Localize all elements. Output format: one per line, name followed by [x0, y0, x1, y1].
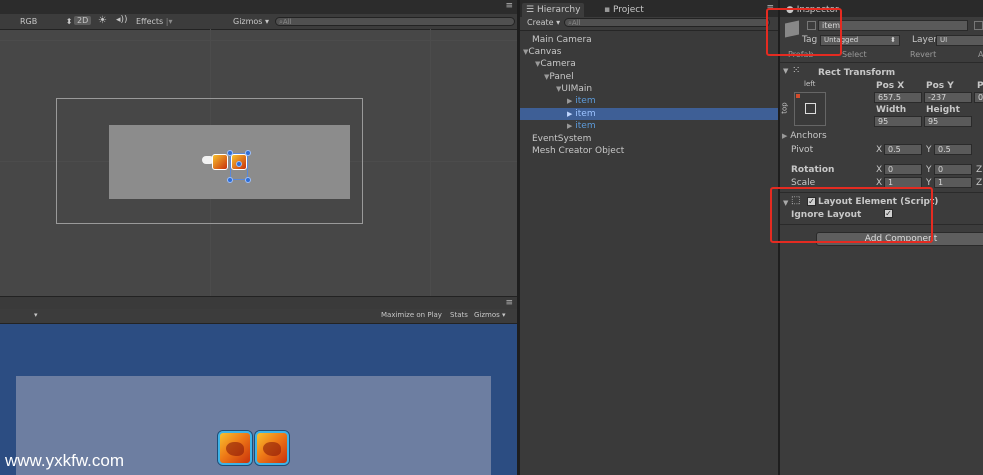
folder-icon: ▪: [604, 5, 611, 15]
hierarchy-item-camera[interactable]: ▼Camera: [520, 58, 793, 70]
height-label: Height: [926, 105, 960, 115]
hierarchy-item-panel[interactable]: ▼Panel: [520, 71, 802, 83]
resize-handle[interactable]: [245, 150, 251, 156]
hierarchy-tabbar: ☰ Hierarchy ▪ Project ≡: [520, 0, 778, 17]
item-icon: [218, 431, 252, 465]
pos-x-field[interactable]: 657.5: [874, 92, 922, 103]
pivot-handle[interactable]: [236, 161, 242, 167]
rect-transform-icon: ⁙: [792, 65, 801, 76]
item-sprite[interactable]: [212, 154, 228, 170]
pivot-x-field[interactable]: 0.5: [884, 144, 922, 155]
prefab-revert-button[interactable]: Revert: [910, 50, 936, 59]
section-divider: [780, 62, 983, 63]
layer-label: Layer: [912, 35, 938, 45]
pos-z-field[interactable]: 0: [974, 92, 983, 103]
maximize-on-play-button[interactable]: Maximize on Play: [381, 311, 442, 319]
rot-y-field[interactable]: 0: [934, 164, 972, 175]
game-view[interactable]: ▾ Maximize on Play Stats Gizmos ▾ www.yx…: [0, 309, 517, 475]
tab-project[interactable]: ▪ Project: [600, 3, 648, 17]
layer-dropdown[interactable]: UI: [936, 35, 983, 46]
scene-panel-header: ≡: [0, 0, 517, 14]
hierarchy-toolbar: Create ▾ ⌕All: [520, 17, 778, 31]
sun-icon[interactable]: ☀: [98, 15, 107, 26]
anchor-v-label: top: [780, 102, 789, 114]
anchor-preset-inner-icon: [805, 103, 816, 114]
hierarchy-item-main-camera[interactable]: Main Camera: [520, 34, 790, 46]
scene-view[interactable]: ≡ RGB ⬍ 2D ☀ ◂)) Effects |▾ Gizmos ▾ ⌕Al…: [0, 0, 517, 296]
grid-line: [0, 40, 517, 41]
rotation-label: Rotation: [791, 165, 835, 175]
hierarchy-item-mesh-creator[interactable]: Mesh Creator Object: [520, 145, 790, 157]
pos-y-field[interactable]: -237: [924, 92, 972, 103]
game-gizmos-dropdown[interactable]: Gizmos ▾: [474, 311, 506, 319]
highlight-box-object-header: [766, 8, 842, 56]
prefab-select-button[interactable]: Select: [842, 50, 867, 59]
width-field[interactable]: 95: [874, 116, 922, 127]
rot-x-label: X: [876, 165, 883, 175]
collapse-triangle-icon: ▶: [782, 132, 788, 140]
width-label: Width: [876, 105, 907, 115]
panel-menu-icon[interactable]: ≡: [505, 1, 513, 11]
hierarchy-item-eventsystem[interactable]: EventSystem: [520, 133, 790, 145]
pivot-x-label: X: [876, 145, 883, 155]
hierarchy-item-uimain[interactable]: ▼UIMain: [520, 83, 814, 95]
rect-transform-title: Rect Transform: [818, 68, 896, 78]
view-divider[interactable]: ≡: [0, 296, 517, 310]
hierarchy-search-input[interactable]: ⌕All: [564, 18, 770, 27]
tab-hierarchy[interactable]: ☰ Hierarchy: [522, 3, 585, 17]
pos-y-label: Pos Y: [926, 81, 954, 91]
speaker-icon[interactable]: ◂)): [116, 15, 128, 25]
resize-handle[interactable]: [245, 177, 251, 183]
rot-z-label: Z: [976, 165, 983, 175]
hierarchy-panel: ☰ Hierarchy ▪ Project ≡ Create ▾ ⌕All Ma…: [520, 0, 825, 475]
anchor-h-label: left: [804, 80, 816, 88]
game-toolbar: ▾ Maximize on Play Stats Gizmos ▾: [0, 309, 517, 324]
anchor-preset-button[interactable]: [794, 92, 826, 126]
anchors-foldout[interactable]: ▶ Anchors: [782, 131, 827, 141]
list-icon: ☰: [526, 5, 535, 15]
gizmos-dropdown[interactable]: Gizmos ▾: [233, 17, 269, 26]
prefab-apply-button[interactable]: A: [978, 50, 983, 59]
effects-dropdown[interactable]: Effects |▾: [136, 17, 172, 26]
stats-button[interactable]: Stats: [450, 311, 468, 319]
mode-2d-button[interactable]: 2D: [74, 16, 92, 25]
color-mode-dropdown[interactable]: RGB ⬍: [20, 17, 73, 26]
create-dropdown[interactable]: Create ▾: [527, 18, 560, 27]
aspect-dropdown[interactable]: ▾: [34, 311, 38, 319]
scene-toolbar: RGB ⬍ 2D ☀ ◂)) Effects |▾ Gizmos ▾ ⌕All: [0, 14, 517, 30]
scale-y-field[interactable]: 1: [934, 177, 972, 188]
grid-line: [430, 29, 431, 296]
watermark-text: www.yxkfw.com: [5, 451, 125, 470]
rot-x-field[interactable]: 0: [884, 164, 922, 175]
pivot-y-label: Y: [926, 145, 932, 155]
collapse-triangle-icon[interactable]: ▶: [567, 122, 572, 130]
scale-z-label: Z: [976, 178, 983, 188]
collapse-triangle-icon[interactable]: ▶: [567, 110, 572, 118]
resize-handle[interactable]: [227, 177, 233, 183]
scene-canvas[interactable]: [0, 29, 517, 296]
resize-handle[interactable]: [227, 150, 233, 156]
anchor-marker-icon: [796, 94, 800, 98]
scene-search-input[interactable]: ⌕All: [275, 17, 515, 26]
pivot-label: Pivot: [791, 145, 814, 155]
pos-z-label: P: [977, 81, 983, 91]
collapse-triangle-icon[interactable]: ▶: [567, 97, 572, 105]
rot-y-label: Y: [926, 165, 932, 175]
highlight-box-layout-element: [770, 187, 933, 243]
height-field[interactable]: 95: [924, 116, 972, 127]
rect-transform-foldout[interactable]: ▼: [783, 67, 788, 75]
pos-x-label: Pos X: [876, 81, 905, 91]
static-checkbox[interactable]: [974, 21, 983, 30]
panel-menu-icon[interactable]: ≡: [505, 298, 513, 308]
item-icon: [255, 431, 289, 465]
pivot-y-field[interactable]: 0.5: [934, 144, 972, 155]
hierarchy-item-canvas[interactable]: ▼Canvas: [520, 46, 781, 58]
